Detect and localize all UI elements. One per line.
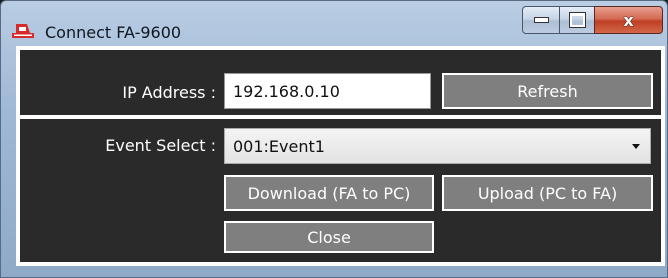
close-button[interactable]: Close xyxy=(224,221,434,253)
close-icon: x xyxy=(623,10,634,30)
download-button[interactable]: Download (FA to PC) xyxy=(224,175,434,211)
ip-address-input[interactable] xyxy=(224,73,431,109)
ip-address-label: IP Address : xyxy=(122,83,216,102)
title-bar[interactable]: Connect FA-9600 x xyxy=(1,1,667,42)
event-select-value: 001:Event1 xyxy=(233,136,325,156)
minimize-icon xyxy=(533,17,549,23)
window-controls: x xyxy=(522,6,663,34)
fa-device-icon xyxy=(12,24,34,38)
upload-button[interactable]: Upload (PC to FA) xyxy=(442,175,653,211)
maximize-button[interactable] xyxy=(559,6,595,34)
refresh-button[interactable]: Refresh xyxy=(442,73,653,109)
app-window: Connect FA-9600 x IP Address : Refresh E… xyxy=(0,0,668,278)
event-select-label: Event Select : xyxy=(105,136,216,155)
maximize-icon xyxy=(568,12,586,28)
event-select-dropdown[interactable]: 001:Event1 xyxy=(224,128,651,164)
chevron-down-icon xyxy=(632,143,640,149)
close-window-button[interactable]: x xyxy=(594,6,663,34)
window-title: Connect FA-9600 xyxy=(45,23,182,42)
minimize-button[interactable] xyxy=(522,6,560,34)
